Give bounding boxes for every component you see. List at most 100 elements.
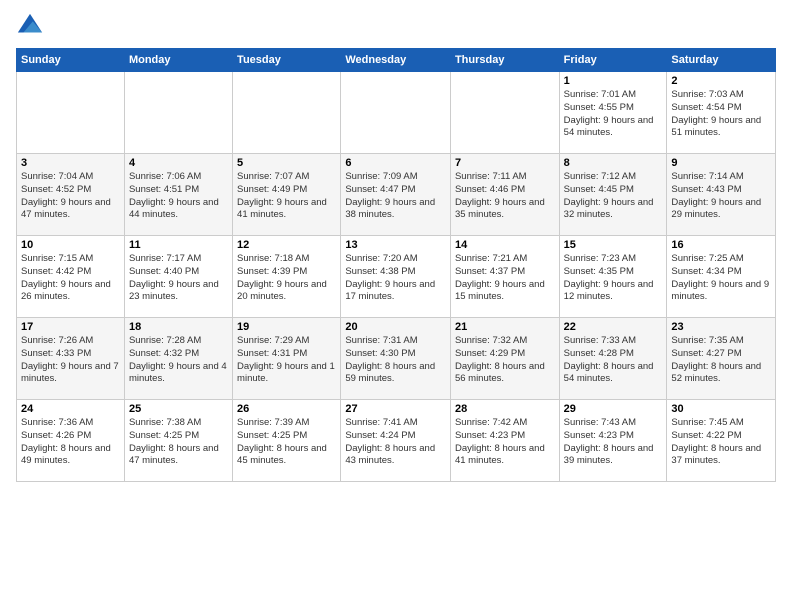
- day-info: Sunrise: 7:36 AM Sunset: 4:26 PM Dayligh…: [21, 417, 120, 468]
- calendar-cell: 25 Sunrise: 7:38 AM Sunset: 4:25 PM Dayli…: [124, 400, 232, 482]
- day-number: 13: [345, 239, 446, 251]
- day-info: Sunrise: 7:15 AM Sunset: 4:42 PM Dayligh…: [21, 253, 120, 304]
- calendar-cell: 21 Sunrise: 7:32 AM Sunset: 4:29 PM Dayli…: [450, 318, 559, 400]
- header-day-friday: Friday: [559, 49, 667, 72]
- day-number: 30: [671, 403, 771, 415]
- calendar-header-row: SundayMondayTuesdayWednesdayThursdayFrid…: [17, 49, 776, 72]
- day-info: Sunrise: 7:04 AM Sunset: 4:52 PM Dayligh…: [21, 171, 120, 222]
- calendar-cell: 3 Sunrise: 7:04 AM Sunset: 4:52 PM Daylig…: [17, 154, 125, 236]
- calendar-cell: [124, 72, 232, 154]
- day-info: Sunrise: 7:29 AM Sunset: 4:31 PM Dayligh…: [237, 335, 336, 386]
- calendar-cell: 20Sunrise: 7:31 AM Sunset: 4:30 PM Dayli…: [341, 318, 451, 400]
- header-day-wednesday: Wednesday: [341, 49, 451, 72]
- day-info: Sunrise: 7:43 AM Sunset: 4:23 PM Dayligh…: [564, 417, 663, 468]
- day-number: 1: [564, 75, 663, 87]
- calendar-cell: 15 Sunrise: 7:23 AM Sunset: 4:35 PM Dayli…: [559, 236, 667, 318]
- day-info: Sunrise: 7:45 AM Sunset: 4:22 PM Dayligh…: [671, 417, 771, 468]
- calendar-cell: 6 Sunrise: 7:09 AM Sunset: 4:47 PM Daylig…: [341, 154, 451, 236]
- calendar-cell: 24 Sunrise: 7:36 AM Sunset: 4:26 PM Dayli…: [17, 400, 125, 482]
- day-info: Sunrise: 7:01 AM Sunset: 4:55 PM Dayligh…: [564, 89, 663, 140]
- header-day-saturday: Saturday: [667, 49, 776, 72]
- day-number: 29: [564, 403, 663, 415]
- day-number: 6: [345, 157, 446, 169]
- day-number: 7: [455, 157, 555, 169]
- calendar-cell: 8 Sunrise: 7:12 AM Sunset: 4:45 PM Daylig…: [559, 154, 667, 236]
- day-info: Sunrise: 7:17 AM Sunset: 4:40 PM Dayligh…: [129, 253, 228, 304]
- day-number: 2: [671, 75, 771, 87]
- day-number: 9: [671, 157, 771, 169]
- day-info: Sunrise: 7:21 AM Sunset: 4:37 PM Dayligh…: [455, 253, 555, 304]
- day-info: Sunrise: 7:11 AM Sunset: 4:46 PM Dayligh…: [455, 171, 555, 222]
- calendar-cell: 14 Sunrise: 7:21 AM Sunset: 4:37 PM Dayli…: [450, 236, 559, 318]
- day-number: 22: [564, 321, 663, 333]
- calendar-cell: 4 Sunrise: 7:06 AM Sunset: 4:51 PM Daylig…: [124, 154, 232, 236]
- day-number: 5: [237, 157, 336, 169]
- day-info: Sunrise: 7:38 AM Sunset: 4:25 PM Dayligh…: [129, 417, 228, 468]
- day-number: 11: [129, 239, 228, 251]
- day-number: 18: [129, 321, 228, 333]
- calendar-cell: 19 Sunrise: 7:29 AM Sunset: 4:31 PM Dayli…: [233, 318, 341, 400]
- calendar-week-3: 10 Sunrise: 7:15 AM Sunset: 4:42 PM Dayli…: [17, 236, 776, 318]
- calendar-table: SundayMondayTuesdayWednesdayThursdayFrid…: [16, 48, 776, 482]
- day-number: 21: [455, 321, 555, 333]
- calendar-cell: 23Sunrise: 7:35 AM Sunset: 4:27 PM Dayli…: [667, 318, 776, 400]
- calendar-cell: 1 Sunrise: 7:01 AM Sunset: 4:55 PM Daylig…: [559, 72, 667, 154]
- day-info: Sunrise: 7:25 AM Sunset: 4:34 PM Dayligh…: [671, 253, 771, 304]
- day-number: 27: [345, 403, 446, 415]
- day-number: 10: [21, 239, 120, 251]
- day-number: 4: [129, 157, 228, 169]
- calendar-cell: 17 Sunrise: 7:26 AM Sunset: 4:33 PM Dayli…: [17, 318, 125, 400]
- calendar-cell: 16 Sunrise: 7:25 AM Sunset: 4:34 PM Dayli…: [667, 236, 776, 318]
- calendar-cell: 2 Sunrise: 7:03 AM Sunset: 4:54 PM Daylig…: [667, 72, 776, 154]
- day-info: Sunrise: 7:23 AM Sunset: 4:35 PM Dayligh…: [564, 253, 663, 304]
- calendar-cell: [17, 72, 125, 154]
- day-info: Sunrise: 7:09 AM Sunset: 4:47 PM Dayligh…: [345, 171, 446, 222]
- header-day-sunday: Sunday: [17, 49, 125, 72]
- day-info: Sunrise: 7:12 AM Sunset: 4:45 PM Dayligh…: [564, 171, 663, 222]
- header-day-tuesday: Tuesday: [233, 49, 341, 72]
- calendar-cell: 26 Sunrise: 7:39 AM Sunset: 4:25 PM Dayli…: [233, 400, 341, 482]
- day-number: 16: [671, 239, 771, 251]
- day-info: Sunrise: 7:32 AM Sunset: 4:29 PM Dayligh…: [455, 335, 555, 386]
- calendar-cell: 5 Sunrise: 7:07 AM Sunset: 4:49 PM Daylig…: [233, 154, 341, 236]
- calendar-week-1: 1 Sunrise: 7:01 AM Sunset: 4:55 PM Daylig…: [17, 72, 776, 154]
- calendar-week-2: 3 Sunrise: 7:04 AM Sunset: 4:52 PM Daylig…: [17, 154, 776, 236]
- day-number: 14: [455, 239, 555, 251]
- day-info: Sunrise: 7:26 AM Sunset: 4:33 PM Dayligh…: [21, 335, 120, 386]
- day-info: Sunrise: 7:07 AM Sunset: 4:49 PM Dayligh…: [237, 171, 336, 222]
- day-info: Sunrise: 7:06 AM Sunset: 4:51 PM Dayligh…: [129, 171, 228, 222]
- calendar-cell: 22 Sunrise: 7:33 AM Sunset: 4:28 PM Dayli…: [559, 318, 667, 400]
- calendar-cell: 11 Sunrise: 7:17 AM Sunset: 4:40 PM Dayli…: [124, 236, 232, 318]
- day-number: 24: [21, 403, 120, 415]
- day-info: Sunrise: 7:03 AM Sunset: 4:54 PM Dayligh…: [671, 89, 771, 140]
- calendar-cell: 27 Sunrise: 7:41 AM Sunset: 4:24 PM Dayli…: [341, 400, 451, 482]
- calendar-cell: 13 Sunrise: 7:20 AM Sunset: 4:38 PM Dayli…: [341, 236, 451, 318]
- day-info: Sunrise: 7:41 AM Sunset: 4:24 PM Dayligh…: [345, 417, 446, 468]
- calendar-cell: 28 Sunrise: 7:42 AM Sunset: 4:23 PM Dayli…: [450, 400, 559, 482]
- day-number: 12: [237, 239, 336, 251]
- day-number: 25: [129, 403, 228, 415]
- calendar-cell: 29 Sunrise: 7:43 AM Sunset: 4:23 PM Dayli…: [559, 400, 667, 482]
- calendar-week-5: 24 Sunrise: 7:36 AM Sunset: 4:26 PM Dayli…: [17, 400, 776, 482]
- calendar-cell: [233, 72, 341, 154]
- calendar-cell: 9Sunrise: 7:14 AM Sunset: 4:43 PM Daylig…: [667, 154, 776, 236]
- day-number: 28: [455, 403, 555, 415]
- day-info: Sunrise: 7:42 AM Sunset: 4:23 PM Dayligh…: [455, 417, 555, 468]
- day-number: 17: [21, 321, 120, 333]
- day-info: Sunrise: 7:33 AM Sunset: 4:28 PM Dayligh…: [564, 335, 663, 386]
- day-info: Sunrise: 7:20 AM Sunset: 4:38 PM Dayligh…: [345, 253, 446, 304]
- calendar-cell: 10 Sunrise: 7:15 AM Sunset: 4:42 PM Dayli…: [17, 236, 125, 318]
- day-info: Sunrise: 7:28 AM Sunset: 4:32 PM Dayligh…: [129, 335, 228, 386]
- day-number: 20: [345, 321, 446, 333]
- day-number: 15: [564, 239, 663, 251]
- header-day-thursday: Thursday: [450, 49, 559, 72]
- calendar-cell: 12 Sunrise: 7:18 AM Sunset: 4:39 PM Dayli…: [233, 236, 341, 318]
- day-number: 8: [564, 157, 663, 169]
- day-number: 19: [237, 321, 336, 333]
- day-info: Sunrise: 7:39 AM Sunset: 4:25 PM Dayligh…: [237, 417, 336, 468]
- day-number: 26: [237, 403, 336, 415]
- day-info: Sunrise: 7:18 AM Sunset: 4:39 PM Dayligh…: [237, 253, 336, 304]
- calendar-cell: [450, 72, 559, 154]
- day-number: 3: [21, 157, 120, 169]
- page: SundayMondayTuesdayWednesdayThursdayFrid…: [0, 0, 792, 612]
